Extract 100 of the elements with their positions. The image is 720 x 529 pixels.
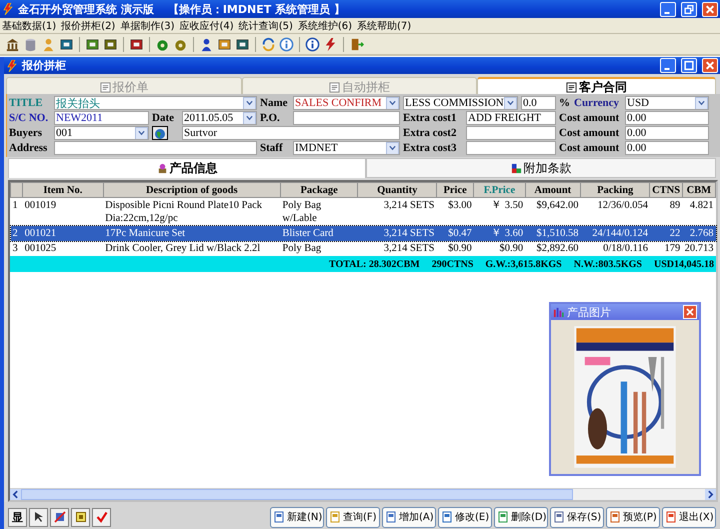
window-title: 金石开外贸管理系统 演示版 <box>18 2 154 16</box>
checkmark-icon <box>96 511 108 523</box>
restore-button[interactable] <box>681 2 697 16</box>
column-header[interactable]: Amount <box>525 182 580 198</box>
column-header[interactable]: CTNS <box>650 182 682 198</box>
caret-icon <box>246 100 253 106</box>
table-cell: 0/18/0.116 <box>580 241 650 256</box>
action-button[interactable]: 查询(F) <box>326 506 380 528</box>
table-cell: Disposible Picni Round Plate10 Pack Dia:22cm,12g/pc <box>103 198 280 226</box>
table-cell: $0.47 <box>436 226 474 241</box>
column-header[interactable]: Packing <box>580 182 650 198</box>
table-cell: $0.90 <box>474 241 526 256</box>
field-label: TITLE <box>9 96 44 110</box>
menu-item[interactable]: 系统维护(6) <box>296 18 356 32</box>
input-field[interactable] <box>466 126 556 140</box>
dropdown-field[interactable]: USD <box>625 96 709 110</box>
horizontal-scrollbar[interactable] <box>10 488 716 500</box>
menu-item[interactable]: 基础数据(1) <box>0 18 60 32</box>
close-button[interactable] <box>683 305 697 319</box>
input-field[interactable]: ADD FREIGHT <box>466 111 556 125</box>
caret-icon <box>389 145 396 151</box>
close-button[interactable] <box>702 2 718 16</box>
caret-icon <box>507 100 514 106</box>
menu-item[interactable]: 报价拼柜(2) <box>59 18 118 32</box>
field-label: Extra cost3 <box>403 141 458 155</box>
form-icon <box>100 82 110 92</box>
menu-item[interactable]: 单据制作(3) <box>118 18 178 32</box>
input-field[interactable]: 0.0 <box>521 96 556 110</box>
dropdown-field[interactable]: 2011.05.05 <box>182 111 257 125</box>
dropdown-field[interactable]: LESS COMMISSION <box>403 96 518 110</box>
action-button[interactable]: 新建(N) <box>270 506 324 528</box>
tool-button[interactable] <box>50 508 69 526</box>
minimize-button[interactable] <box>660 2 676 16</box>
monitor-icon[interactable] <box>59 36 74 52</box>
info-icon[interactable] <box>279 36 294 52</box>
field-label: Buyers <box>9 126 43 140</box>
restore-icon <box>683 4 695 14</box>
tab[interactable]: 附加条款 <box>366 158 716 178</box>
cursor-icon <box>32 511 44 523</box>
tab[interactable]: 产品信息 <box>8 158 366 178</box>
action-button[interactable]: 保存(S) <box>550 506 604 528</box>
document-icon <box>273 511 285 523</box>
dropdown-field[interactable]: 001 <box>54 126 149 140</box>
input-field[interactable] <box>466 141 556 155</box>
document-icon <box>441 511 453 523</box>
lightning-icon <box>2 3 14 15</box>
input-field[interactable]: Surtvor <box>182 126 400 140</box>
action-button[interactable]: 删除(D) <box>494 506 548 528</box>
input-field[interactable]: NEW2011 <box>54 111 149 125</box>
table-cell: 3 <box>10 241 23 256</box>
dropdown-field[interactable]: IMDNET <box>293 141 400 155</box>
tool-button[interactable] <box>71 508 90 526</box>
minimize-icon <box>664 68 670 70</box>
exit-door-icon[interactable] <box>349 36 364 52</box>
globe-button[interactable] <box>152 126 168 140</box>
action-button[interactable]: 增加(A) <box>382 506 436 528</box>
table-cell: 4.821 <box>682 198 716 226</box>
action-button[interactable]: 修改(E) <box>438 506 492 528</box>
close-icon <box>704 60 716 71</box>
field-label: % <box>559 96 571 110</box>
refresh-icon[interactable] <box>261 36 276 52</box>
table-cell: 3,214 SETS <box>358 226 436 241</box>
menu-item[interactable]: 应收应付(4) <box>178 18 237 32</box>
column-header[interactable]: Price <box>436 182 474 198</box>
column-header[interactable]: Item No. <box>22 182 104 198</box>
left-arrow-icon[interactable] <box>10 489 21 500</box>
input-field[interactable] <box>293 111 400 125</box>
total-value: N.W.:803.5KGS <box>574 258 642 270</box>
caret-icon <box>389 100 396 106</box>
scrollbar-thumb[interactable] <box>21 489 573 500</box>
display-button[interactable]: 显 <box>8 508 27 526</box>
caret-icon <box>138 130 145 136</box>
field-label: Staff <box>260 141 284 155</box>
help-icon[interactable] <box>305 36 320 52</box>
menu-item[interactable]: 统计查询(5) <box>236 18 296 32</box>
tool-button[interactable] <box>29 508 48 526</box>
action-button[interactable]: 预览(P) <box>606 506 660 528</box>
bank-icon[interactable] <box>5 36 20 52</box>
column-header[interactable]: CBM <box>682 182 716 198</box>
table-cell: Poly Bag <box>280 241 358 256</box>
monitor-icon[interactable] <box>235 36 250 52</box>
lightning-icon[interactable] <box>323 36 338 52</box>
menu-item[interactable]: 系统帮助(7) <box>355 18 414 32</box>
input-field[interactable]: 0.00 <box>625 111 709 125</box>
column-header[interactable]: Description of goods <box>103 182 280 198</box>
maximize-button[interactable] <box>681 58 697 73</box>
input-field[interactable]: 0.00 <box>625 141 709 155</box>
minimize-button[interactable] <box>660 58 676 73</box>
dropdown-field[interactable]: 报关抬头 <box>54 96 257 110</box>
input-field[interactable] <box>54 141 257 155</box>
input-field[interactable]: 0.00 <box>625 126 709 140</box>
dropdown-field[interactable]: SALES CONFIRM <box>293 96 400 110</box>
caret-icon <box>246 115 253 121</box>
close-icon <box>704 4 716 14</box>
close-button[interactable] <box>702 58 718 73</box>
right-arrow-icon[interactable] <box>705 489 716 500</box>
column-header[interactable]: Quantity <box>358 182 436 198</box>
action-button[interactable]: 退出(X) <box>662 506 716 528</box>
column-header[interactable]: Package <box>280 182 358 198</box>
frame-icon[interactable] <box>129 36 144 52</box>
